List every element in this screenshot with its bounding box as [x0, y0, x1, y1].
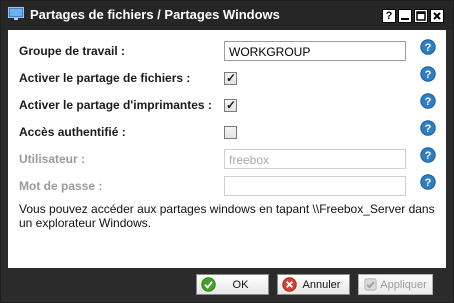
- file-sharing-label: Activer le partage de fichiers :: [19, 71, 191, 85]
- svg-text:?: ?: [425, 42, 432, 54]
- ok-button[interactable]: OK: [196, 274, 269, 295]
- settings-panel: Groupe de travail : WORKGROUP ? Activer …: [8, 30, 446, 268]
- cancel-label: Annuler: [302, 279, 341, 291]
- svg-text:?: ?: [425, 123, 432, 135]
- close-icon: [433, 12, 441, 20]
- checkmark-icon: ✓: [226, 71, 237, 85]
- ok-label: OK: [232, 279, 249, 291]
- help-icon[interactable]: ?: [420, 93, 436, 109]
- workgroup-label: Groupe de travail :: [19, 44, 126, 58]
- username-input[interactable]: freebox: [224, 149, 406, 169]
- file-sharing-checkbox[interactable]: ✓: [224, 71, 237, 85]
- description-text: Vous pouvez accéder aux partages windows…: [19, 202, 435, 230]
- monitor-icon: [8, 7, 24, 20]
- svg-text:?: ?: [425, 96, 432, 108]
- printer-sharing-checkbox[interactable]: ✓: [224, 98, 237, 112]
- help-button[interactable]: ?: [382, 9, 396, 23]
- password-input[interactable]: [224, 176, 406, 196]
- maximize-icon: [416, 11, 426, 21]
- checkmark-icon: ✓: [226, 98, 237, 112]
- dialog-window: Partages de fichiers / Partages Windows …: [0, 0, 454, 303]
- username-label: Utilisateur :: [19, 152, 86, 166]
- help-icon[interactable]: ?: [420, 66, 436, 82]
- printer-sharing-label: Activer le partage d'imprimantes :: [19, 98, 212, 112]
- workgroup-input[interactable]: WORKGROUP: [224, 41, 406, 61]
- minimize-button[interactable]: [398, 9, 412, 23]
- help-icon[interactable]: ?: [420, 147, 436, 163]
- help-icon[interactable]: ?: [420, 39, 436, 55]
- apply-button[interactable]: Appliquer: [358, 274, 433, 295]
- maximize-button[interactable]: [414, 9, 428, 23]
- help-icon[interactable]: ?: [420, 174, 436, 190]
- apply-label: Appliquer: [380, 279, 427, 291]
- title-bar[interactable]: Partages de fichiers / Partages Windows …: [1, 1, 453, 30]
- button-bar: OK Annuler Appliquer: [1, 268, 453, 302]
- password-label: Mot de passe :: [19, 179, 103, 193]
- close-button[interactable]: [430, 9, 444, 23]
- svg-text:?: ?: [425, 177, 432, 189]
- svg-text:?: ?: [425, 69, 432, 81]
- cancel-button[interactable]: Annuler: [277, 274, 350, 295]
- window-title: Partages de fichiers / Partages Windows: [30, 7, 280, 22]
- minimize-icon: [401, 18, 409, 20]
- svg-text:?: ?: [425, 150, 432, 162]
- help-icon[interactable]: ?: [420, 120, 436, 136]
- auth-access-checkbox[interactable]: [224, 126, 237, 139]
- auth-access-label: Accès authentifié :: [19, 125, 126, 139]
